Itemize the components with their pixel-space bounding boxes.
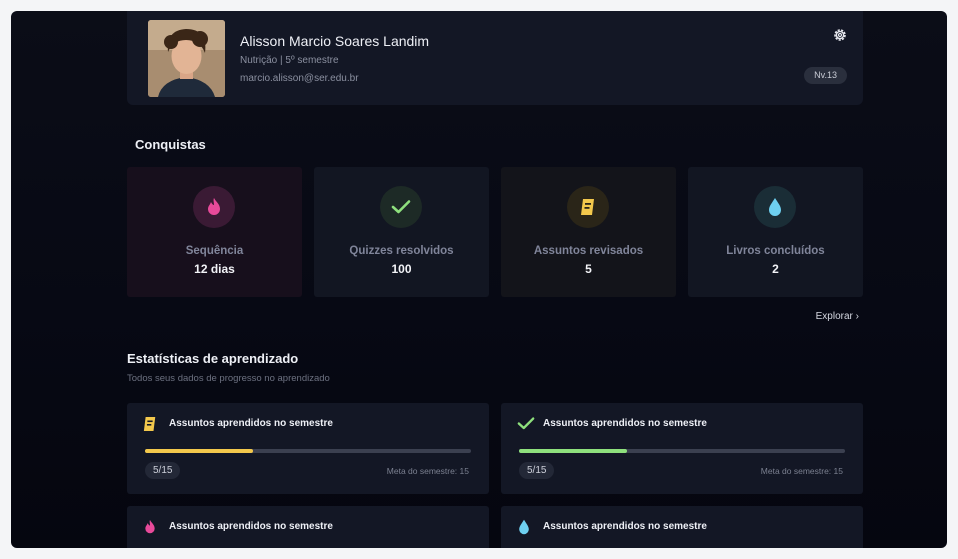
stat-title: Assuntos aprendidos no semestre (169, 418, 333, 429)
check-icon (380, 186, 422, 228)
achievement-label: Assuntos revisados (533, 245, 644, 257)
achievement-value: 100 (391, 262, 412, 276)
achievement-value: 2 (772, 262, 779, 276)
stat-card[interactable]: Assuntos aprendidos no semestre (127, 506, 489, 548)
achievement-value: 12 dias (194, 262, 235, 276)
progress-bar (519, 449, 845, 453)
level-badge: Nv.13 (804, 67, 847, 84)
explore-link[interactable]: Explorar › (816, 311, 859, 322)
achievement-card-quizzes[interactable]: Quizzes resolvidos 100 (314, 167, 489, 297)
progress-bar (145, 449, 471, 453)
progress-fill (519, 449, 627, 453)
document-icon (143, 416, 159, 432)
gear-icon[interactable] (832, 27, 848, 43)
semester-goal: Meta do semestre: 15 (386, 466, 469, 476)
stat-card[interactable]: Assuntos aprendidos no semestre 5/15 Met… (127, 403, 489, 494)
flame-icon (143, 519, 159, 535)
user-email: marcio.alisson@ser.edu.br (240, 73, 359, 84)
profile-card: Alisson Marcio Soares Landim Nutrição | … (127, 11, 863, 105)
stat-card[interactable]: Assuntos aprendidos no semestre 5/15 Met… (501, 403, 863, 494)
semester-goal: Meta do semestre: 15 (760, 466, 843, 476)
progress-count: 5/15 (145, 462, 181, 479)
document-icon (567, 186, 609, 228)
achievement-card-subjects[interactable]: Assuntos revisados 5 (501, 167, 676, 297)
progress-count: 5/15 (519, 462, 555, 479)
stat-title: Assuntos aprendidos no semestre (543, 521, 707, 532)
achievement-value: 5 (585, 262, 592, 276)
drop-icon (754, 186, 796, 228)
avatar (148, 20, 225, 97)
achievement-label: Quizzes resolvidos (349, 245, 454, 257)
user-course: Nutrição | 5º semestre (240, 55, 339, 66)
achievement-card-streak[interactable]: Sequência 12 dias (127, 167, 302, 297)
drop-icon (517, 519, 533, 535)
stat-title: Assuntos aprendidos no semestre (169, 521, 333, 532)
progress-fill (145, 449, 253, 453)
flame-icon (193, 186, 235, 228)
stat-card[interactable]: Assuntos aprendidos no semestre (501, 506, 863, 548)
stats-subtitle: Todos seus dados de progresso no aprendi… (127, 373, 330, 384)
user-name: Alisson Marcio Soares Landim (240, 33, 430, 49)
achievement-label: Sequência (185, 245, 244, 257)
achievement-card-books[interactable]: Livros concluídos 2 (688, 167, 863, 297)
achievement-label: Livros concluídos (726, 245, 825, 257)
app-window: Alisson Marcio Soares Landim Nutrição | … (11, 11, 947, 548)
stats-title: Estatísticas de aprendizado (127, 351, 299, 366)
stat-title: Assuntos aprendidos no semestre (543, 418, 707, 429)
achievements-title: Conquistas (135, 137, 206, 152)
check-icon (517, 416, 535, 432)
